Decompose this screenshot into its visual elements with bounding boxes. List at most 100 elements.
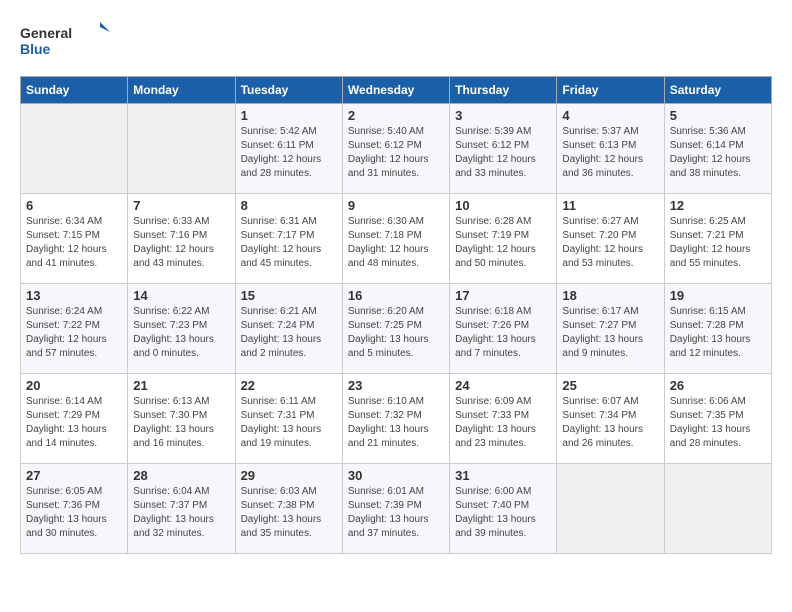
calendar-cell: 2 Sunrise: 5:40 AM Sunset: 6:12 PM Daylig… <box>342 104 449 194</box>
cell-content: Sunrise: 6:06 AM Sunset: 7:35 PM Dayligh… <box>670 395 766 451</box>
cell-content: Sunrise: 6:15 AM Sunset: 7:28 PM Dayligh… <box>670 305 766 361</box>
calendar-cell: 22 Sunrise: 6:11 AM Sunset: 7:31 PM Dayli… <box>235 374 342 464</box>
day-number: 13 <box>26 288 122 303</box>
cell-content: Sunrise: 6:28 AM Sunset: 7:19 PM Dayligh… <box>455 215 551 271</box>
cell-content: Sunrise: 6:18 AM Sunset: 7:26 PM Dayligh… <box>455 305 551 361</box>
cell-content: Sunrise: 6:00 AM Sunset: 7:40 PM Dayligh… <box>455 485 551 541</box>
calendar-cell: 7Sunrise: 6:33 AM Sunset: 7:16 PM Daylig… <box>128 194 235 284</box>
calendar-cell <box>664 464 771 554</box>
cell-content: Sunrise: 6:11 AM Sunset: 7:31 PM Dayligh… <box>241 395 337 451</box>
day-number: 15 <box>241 288 337 303</box>
day-number: 24 <box>455 378 551 393</box>
page-header: General Blue <box>20 20 772 60</box>
day-number: 17 <box>455 288 551 303</box>
calendar-cell: 3 Sunrise: 5:39 AM Sunset: 6:12 PM Daylig… <box>450 104 557 194</box>
calendar-cell: 25 Sunrise: 6:07 AM Sunset: 7:34 PM Dayli… <box>557 374 664 464</box>
day-number: 21 <box>133 378 229 393</box>
day-number: 23 <box>348 378 444 393</box>
day-number: 22 <box>241 378 337 393</box>
calendar-cell: 5Sunrise: 5:36 AM Sunset: 6:14 PM Daylig… <box>664 104 771 194</box>
day-number: 11 <box>562 198 658 213</box>
day-number: 14 <box>133 288 229 303</box>
svg-text:General: General <box>20 25 72 41</box>
calendar-cell: 29Sunrise: 6:03 AM Sunset: 7:38 PM Dayli… <box>235 464 342 554</box>
calendar-cell: 18Sunrise: 6:17 AM Sunset: 7:27 PM Dayli… <box>557 284 664 374</box>
calendar-cell: 24 Sunrise: 6:09 AM Sunset: 7:33 PM Dayli… <box>450 374 557 464</box>
cell-content: Sunrise: 6:31 AM Sunset: 7:17 PM Dayligh… <box>241 215 337 271</box>
cell-content: Sunrise: 5:40 AM Sunset: 6:12 PM Dayligh… <box>348 125 444 181</box>
day-number: 26 <box>670 378 766 393</box>
calendar-cell <box>21 104 128 194</box>
cell-content: Sunrise: 6:13 AM Sunset: 7:30 PM Dayligh… <box>133 395 229 451</box>
calendar-cell: 11 Sunrise: 6:27 AM Sunset: 7:20 PM Dayli… <box>557 194 664 284</box>
calendar-week-row: 13Sunrise: 6:24 AM Sunset: 7:22 PM Dayli… <box>21 284 772 374</box>
calendar-cell: 21 Sunrise: 6:13 AM Sunset: 7:30 PM Dayli… <box>128 374 235 464</box>
calendar-cell: 26 Sunrise: 6:06 AM Sunset: 7:35 PM Dayli… <box>664 374 771 464</box>
calendar-cell: 23 Sunrise: 6:10 AM Sunset: 7:32 PM Dayli… <box>342 374 449 464</box>
day-header-tuesday: Tuesday <box>235 77 342 104</box>
cell-content: Sunrise: 6:17 AM Sunset: 7:27 PM Dayligh… <box>562 305 658 361</box>
cell-content: Sunrise: 5:37 AM Sunset: 6:13 PM Dayligh… <box>562 125 658 181</box>
calendar-cell <box>557 464 664 554</box>
day-number: 2 <box>348 108 444 123</box>
cell-content: Sunrise: 5:42 AM Sunset: 6:11 PM Dayligh… <box>241 125 337 181</box>
cell-content: Sunrise: 6:10 AM Sunset: 7:32 PM Dayligh… <box>348 395 444 451</box>
calendar-table: SundayMondayTuesdayWednesdayThursdayFrid… <box>20 76 772 554</box>
cell-content: Sunrise: 6:21 AM Sunset: 7:24 PM Dayligh… <box>241 305 337 361</box>
day-number: 28 <box>133 468 229 483</box>
svg-text:Blue: Blue <box>20 41 51 57</box>
cell-content: Sunrise: 6:01 AM Sunset: 7:39 PM Dayligh… <box>348 485 444 541</box>
cell-content: Sunrise: 6:22 AM Sunset: 7:23 PM Dayligh… <box>133 305 229 361</box>
day-number: 1 <box>241 108 337 123</box>
calendar-cell: 27 Sunrise: 6:05 AM Sunset: 7:36 PM Dayli… <box>21 464 128 554</box>
cell-content: Sunrise: 6:20 AM Sunset: 7:25 PM Dayligh… <box>348 305 444 361</box>
calendar-cell: 13Sunrise: 6:24 AM Sunset: 7:22 PM Dayli… <box>21 284 128 374</box>
day-number: 5 <box>670 108 766 123</box>
calendar-cell: 8 Sunrise: 6:31 AM Sunset: 7:17 PM Daylig… <box>235 194 342 284</box>
cell-content: Sunrise: 6:04 AM Sunset: 7:37 PM Dayligh… <box>133 485 229 541</box>
calendar-week-row: 20 Sunrise: 6:14 AM Sunset: 7:29 PM Dayli… <box>21 374 772 464</box>
calendar-cell: 14 Sunrise: 6:22 AM Sunset: 7:23 PM Dayli… <box>128 284 235 374</box>
calendar-cell: 6 Sunrise: 6:34 AM Sunset: 7:15 PM Daylig… <box>21 194 128 284</box>
calendar-cell: 15 Sunrise: 6:21 AM Sunset: 7:24 PM Dayli… <box>235 284 342 374</box>
cell-content: Sunrise: 6:03 AM Sunset: 7:38 PM Dayligh… <box>241 485 337 541</box>
cell-content: Sunrise: 5:39 AM Sunset: 6:12 PM Dayligh… <box>455 125 551 181</box>
calendar-cell: 12Sunrise: 6:25 AM Sunset: 7:21 PM Dayli… <box>664 194 771 284</box>
calendar-cell: 17 Sunrise: 6:18 AM Sunset: 7:26 PM Dayli… <box>450 284 557 374</box>
cell-content: Sunrise: 6:25 AM Sunset: 7:21 PM Dayligh… <box>670 215 766 271</box>
calendar-cell: 19 Sunrise: 6:15 AM Sunset: 7:28 PM Dayli… <box>664 284 771 374</box>
day-number: 19 <box>670 288 766 303</box>
calendar-cell: 9Sunrise: 6:30 AM Sunset: 7:18 PM Daylig… <box>342 194 449 284</box>
calendar-cell: 1 Sunrise: 5:42 AM Sunset: 6:11 PM Daylig… <box>235 104 342 194</box>
calendar-week-row: 27 Sunrise: 6:05 AM Sunset: 7:36 PM Dayli… <box>21 464 772 554</box>
calendar-cell: 20 Sunrise: 6:14 AM Sunset: 7:29 PM Dayli… <box>21 374 128 464</box>
calendar-cell: 4Sunrise: 5:37 AM Sunset: 6:13 PM Daylig… <box>557 104 664 194</box>
cell-content: Sunrise: 6:34 AM Sunset: 7:15 PM Dayligh… <box>26 215 122 271</box>
day-number: 16 <box>348 288 444 303</box>
calendar-header-row: SundayMondayTuesdayWednesdayThursdayFrid… <box>21 77 772 104</box>
day-number: 3 <box>455 108 551 123</box>
day-header-sunday: Sunday <box>21 77 128 104</box>
day-number: 30 <box>348 468 444 483</box>
day-number: 20 <box>26 378 122 393</box>
cell-content: Sunrise: 6:09 AM Sunset: 7:33 PM Dayligh… <box>455 395 551 451</box>
day-header-saturday: Saturday <box>664 77 771 104</box>
day-header-thursday: Thursday <box>450 77 557 104</box>
cell-content: Sunrise: 6:05 AM Sunset: 7:36 PM Dayligh… <box>26 485 122 541</box>
calendar-week-row: 1 Sunrise: 5:42 AM Sunset: 6:11 PM Daylig… <box>21 104 772 194</box>
calendar-cell: 31Sunrise: 6:00 AM Sunset: 7:40 PM Dayli… <box>450 464 557 554</box>
cell-content: Sunrise: 6:07 AM Sunset: 7:34 PM Dayligh… <box>562 395 658 451</box>
calendar-cell: 28 Sunrise: 6:04 AM Sunset: 7:37 PM Dayli… <box>128 464 235 554</box>
calendar-cell: 30 Sunrise: 6:01 AM Sunset: 7:39 PM Dayli… <box>342 464 449 554</box>
day-number: 6 <box>26 198 122 213</box>
cell-content: Sunrise: 6:27 AM Sunset: 7:20 PM Dayligh… <box>562 215 658 271</box>
day-number: 9 <box>348 198 444 213</box>
logo: General Blue <box>20 20 110 60</box>
calendar-week-row: 6 Sunrise: 6:34 AM Sunset: 7:15 PM Daylig… <box>21 194 772 284</box>
day-number: 27 <box>26 468 122 483</box>
day-number: 8 <box>241 198 337 213</box>
day-number: 25 <box>562 378 658 393</box>
cell-content: Sunrise: 6:33 AM Sunset: 7:16 PM Dayligh… <box>133 215 229 271</box>
cell-content: Sunrise: 6:14 AM Sunset: 7:29 PM Dayligh… <box>26 395 122 451</box>
day-header-friday: Friday <box>557 77 664 104</box>
